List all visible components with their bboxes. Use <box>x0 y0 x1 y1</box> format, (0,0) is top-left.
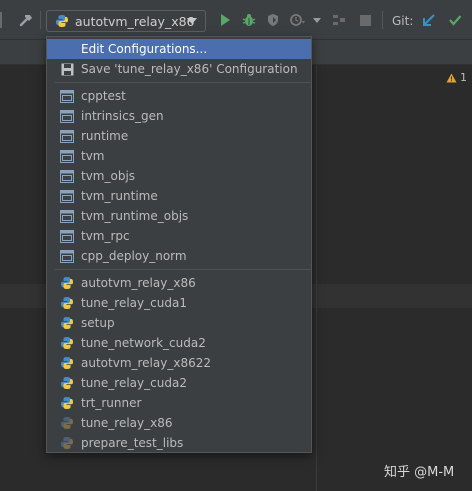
cmake-target-item[interactable]: tvm_rpc <box>47 226 311 246</box>
run-with-coverage-icon[interactable] <box>264 11 282 29</box>
cmake-target-item[interactable]: tvm_runtime <box>47 186 311 206</box>
cmake-targets-group: cpptest intrinsics_genruntime tvm tvm_objst… <box>47 86 311 266</box>
right-margin-guide <box>316 65 317 491</box>
cmake-target-item[interactable]: cpptest <box>47 86 311 106</box>
python-icon <box>59 355 75 371</box>
menu-item-label: tvm_objs <box>81 169 136 183</box>
menu-item-label: tune_relay_x86 <box>81 416 173 430</box>
edit-configurations-item[interactable]: Edit Configurations... <box>47 39 311 59</box>
cmake-target-icon <box>59 188 75 204</box>
python-config-item[interactable]: tune_network_cuda2 <box>47 333 311 353</box>
python-config-item[interactable]: tune_relay_x86 <box>47 413 311 433</box>
run-configurations-popup: Edit Configurations... Save 'tune_relay_x… <box>46 36 312 453</box>
python-icon <box>59 435 75 451</box>
python-icon <box>59 295 75 311</box>
cmake-target-icon <box>59 148 75 164</box>
stop-icon[interactable] <box>356 11 374 29</box>
run-configuration-name: autotvm_relay_x86 <box>75 13 195 29</box>
run-configuration-selector[interactable]: autotvm_relay_x86 <box>46 10 206 32</box>
cmake-target-icon <box>59 108 75 124</box>
menu-divider <box>55 269 311 270</box>
save-icon <box>59 61 75 77</box>
python-config-item[interactable]: trt_runner <box>47 393 311 413</box>
cmake-target-icon <box>59 228 75 244</box>
menu-item-label: tvm <box>81 149 105 163</box>
menu-item-label: prepare_test_libs <box>81 436 184 450</box>
cmake-target-icon <box>59 88 75 104</box>
python-icon <box>59 335 75 351</box>
git-commit-check-icon[interactable] <box>446 11 464 29</box>
menu-item-label: tune_relay_cuda1 <box>81 296 187 310</box>
menu-item-label: autotvm_relay_x86 <box>81 276 196 290</box>
warning-count: 1 <box>460 71 467 84</box>
menu-item-label: Save 'tune_relay_x86' Configuration <box>81 62 298 76</box>
python-icon <box>59 275 75 291</box>
build-hammer-icon[interactable] <box>16 11 36 29</box>
profile-icon[interactable] <box>288 11 308 29</box>
cmake-target-item[interactable]: runtime <box>47 126 311 146</box>
menu-item-label: tune_network_cuda2 <box>81 336 206 350</box>
python-config-item[interactable]: tune_relay_cuda2 <box>47 373 311 393</box>
cmake-target-item[interactable]: tvm_objs <box>47 166 311 186</box>
toolbar-edge <box>0 11 4 29</box>
menu-item-label: setup <box>81 316 115 330</box>
actions-group: Edit Configurations... Save 'tune_relay_x… <box>47 39 311 79</box>
menu-item-label: tvm_runtime <box>81 189 158 203</box>
menu-divider <box>55 82 311 83</box>
git-update-arrow-icon[interactable] <box>420 11 438 29</box>
menu-item-label: cpp_deploy_norm <box>81 249 187 263</box>
cmake-target-item[interactable]: tvm <box>47 146 311 166</box>
python-icon <box>59 395 75 411</box>
inspection-warning-indicator[interactable]: 1 <box>446 71 467 84</box>
cmake-target-icon <box>59 248 75 264</box>
menu-item-label: runtime <box>81 129 129 143</box>
more-run-options-chevron-icon[interactable] <box>311 11 323 29</box>
menu-item-label: autotvm_relay_x8622 <box>81 356 211 370</box>
cmake-target-icon <box>59 128 75 144</box>
git-label: Git: <box>392 14 414 28</box>
watermark: 知乎 @M-M <box>384 465 455 480</box>
python-configs-group: autotvm_relay_x86 tune_relay_cuda1setup tu… <box>47 273 311 453</box>
menu-item-label: intrinsics_gen <box>81 109 164 123</box>
main-toolbar: autotvm_relay_x86 Git: <box>0 0 472 40</box>
python-icon <box>55 14 69 28</box>
python-icon <box>59 375 75 391</box>
attach-debugger-icon[interactable] <box>330 11 348 29</box>
cmake-target-icon <box>59 208 75 224</box>
python-config-item[interactable]: tune_relay_cuda1 <box>47 293 311 313</box>
blank-icon <box>59 41 75 57</box>
python-config-item[interactable]: setup <box>47 313 311 333</box>
python-icon <box>59 415 75 431</box>
menu-item-label: Edit Configurations... <box>81 42 208 56</box>
menu-item-label: trt_runner <box>81 396 142 410</box>
menu-item-label: tune_relay_cuda2 <box>81 376 187 390</box>
cmake-target-item[interactable]: tvm_runtime_objs <box>47 206 311 226</box>
warning-icon <box>446 73 457 82</box>
cmake-target-item[interactable]: intrinsics_gen <box>47 106 311 126</box>
save-configuration-item[interactable]: Save 'tune_relay_x86' Configuration <box>47 59 311 79</box>
menu-item-label: cpptest <box>81 89 126 103</box>
cmake-target-icon <box>59 168 75 184</box>
python-config-item[interactable]: autotvm_relay_x8622 <box>47 353 311 373</box>
chevron-down-icon <box>187 18 197 24</box>
debug-bug-icon[interactable] <box>240 11 258 29</box>
run-icon[interactable] <box>216 11 234 29</box>
cmake-target-item[interactable]: cpp_deploy_norm <box>47 246 311 266</box>
menu-item-label: tvm_runtime_objs <box>81 209 189 223</box>
python-icon <box>59 315 75 331</box>
menu-item-label: tvm_rpc <box>81 229 130 243</box>
python-config-item[interactable]: autotvm_relay_x86 <box>47 273 311 293</box>
python-config-item[interactable]: prepare_test_libs <box>47 433 311 453</box>
